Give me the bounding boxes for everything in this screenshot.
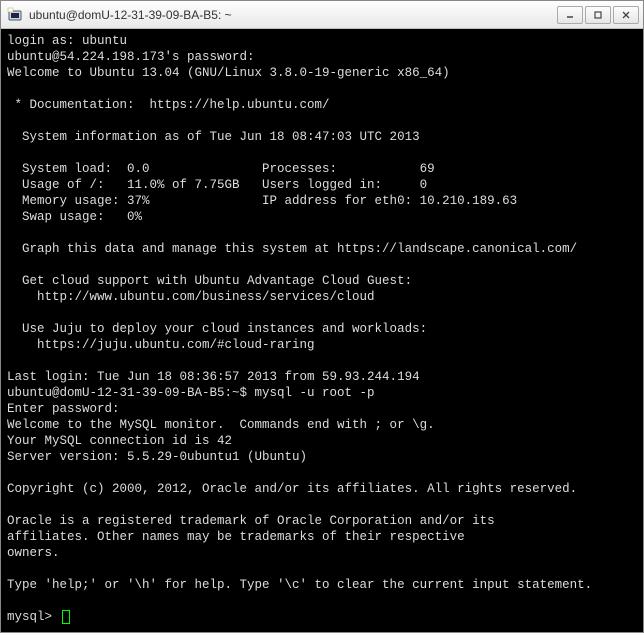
terminal-line: * Documentation: https://help.ubuntu.com… <box>7 98 330 112</box>
terminal-line: Get cloud support with Ubuntu Advantage … <box>7 274 412 288</box>
terminal-line: Oracle is a registered trademark of Orac… <box>7 514 495 528</box>
terminal-line: Usage of /: 11.0% of 7.75GB Users logged… <box>7 178 427 192</box>
terminal-line: ubuntu@domU-12-31-39-09-BA-B5:~$ mysql -… <box>7 386 375 400</box>
terminal-line: mysql> <box>7 610 52 624</box>
close-button[interactable] <box>613 6 639 24</box>
terminal-line: owners. <box>7 546 60 560</box>
terminal-line: Graph this data and manage this system a… <box>7 242 577 256</box>
window-title: ubuntu@domU-12-31-39-09-BA-B5: ~ <box>29 8 557 22</box>
window-controls <box>557 6 639 24</box>
terminal-line: Server version: 5.5.29-0ubuntu1 (Ubuntu) <box>7 450 307 464</box>
terminal-line: affiliates. Other names may be trademark… <box>7 530 465 544</box>
terminal-line: Your MySQL connection id is 42 <box>7 434 232 448</box>
terminal-line: http://www.ubuntu.com/business/services/… <box>7 290 375 304</box>
terminal-line: System information as of Tue Jun 18 08:4… <box>7 130 420 144</box>
minimize-button[interactable] <box>557 6 583 24</box>
putty-icon <box>7 7 23 23</box>
maximize-button[interactable] <box>585 6 611 24</box>
terminal-line: Swap usage: 0% <box>7 210 142 224</box>
terminal-line: Welcome to the MySQL monitor. Commands e… <box>7 418 435 432</box>
terminal-window: ubuntu@domU-12-31-39-09-BA-B5: ~ login a… <box>0 0 644 633</box>
terminal-line: Use Juju to deploy your cloud instances … <box>7 322 427 336</box>
terminal-output[interactable]: login as: ubuntu ubuntu@54.224.198.173's… <box>1 29 643 632</box>
terminal-line: Type 'help;' or '\h' for help. Type '\c'… <box>7 578 592 592</box>
terminal-line: ubuntu@54.224.198.173's password: <box>7 50 255 64</box>
titlebar[interactable]: ubuntu@domU-12-31-39-09-BA-B5: ~ <box>1 1 643 29</box>
terminal-line: Welcome to Ubuntu 13.04 (GNU/Linux 3.8.0… <box>7 66 450 80</box>
cursor <box>62 610 70 624</box>
terminal-line: Enter password: <box>7 402 120 416</box>
terminal-line: https://juju.ubuntu.com/#cloud-raring <box>7 338 315 352</box>
terminal-line: login as: ubuntu <box>7 34 127 48</box>
terminal-line: Last login: Tue Jun 18 08:36:57 2013 fro… <box>7 370 420 384</box>
terminal-line: Memory usage: 37% IP address for eth0: 1… <box>7 194 517 208</box>
terminal-line: System load: 0.0 Processes: 69 <box>7 162 435 176</box>
terminal-line: Copyright (c) 2000, 2012, Oracle and/or … <box>7 482 577 496</box>
